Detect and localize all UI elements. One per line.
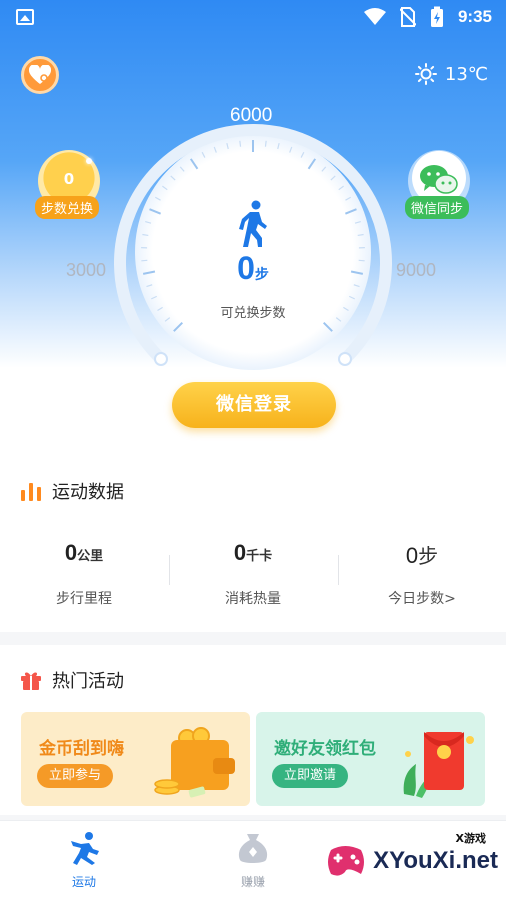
stat-calories-label: 消耗热量 [225, 591, 281, 607]
wechat-sync-label[interactable]: 微信同步 [405, 196, 470, 219]
stat-distance-value: 0 [64, 540, 78, 565]
join-now-button[interactable]: 立即参与 [37, 764, 114, 788]
promo-invite-friends[interactable]: 邀好友领红包 立即邀请 [256, 712, 485, 806]
stat-distance-unit: 公里 [77, 549, 104, 564]
watermark-text: XYouXi.net [373, 847, 498, 874]
running-icon [71, 832, 99, 865]
tab-sport[interactable]: 运动 [0, 831, 168, 890]
watermark-subtext: X游戏 [455, 832, 486, 845]
sport-data-header: 运动数据 [20, 478, 124, 504]
stat-calories-value: 0 [233, 540, 247, 565]
steps-count: 0步 [0, 250, 506, 287]
stat-calories: 0千卡 [169, 540, 337, 566]
walking-person-icon [239, 200, 267, 247]
gift-icon [21, 672, 41, 690]
stat-distance: 0公里 [0, 540, 168, 566]
sport-data-title: 运动数据 [52, 482, 124, 503]
sparkle-icon [86, 158, 92, 164]
bar-chart-icon [21, 483, 41, 501]
steps-label: 可兑换步数 [220, 306, 286, 321]
gamepad-logo-icon [328, 846, 365, 876]
step-exchange-label[interactable]: 步数兑换 [35, 196, 100, 219]
gauge-tick [239, 140, 242, 147]
stat-today-steps[interactable]: 0步 [338, 540, 506, 569]
gauge-tick [264, 140, 267, 147]
promo-title: 邀好友领红包 [274, 739, 376, 759]
wallet-coins-icon [154, 727, 235, 798]
divider [338, 555, 339, 585]
tab-sport-label: 运动 [71, 875, 96, 889]
steps-number: 0 [237, 250, 255, 286]
hot-activities-title: 热门活动 [52, 671, 124, 692]
stat-calories-unit: 千卡 [246, 549, 273, 564]
stat-steps-value: 0步 [405, 543, 439, 568]
wechat-icon [420, 165, 458, 194]
promo-title: 金币刮到嗨 [39, 739, 124, 759]
sparkle-icon [452, 160, 458, 166]
wechat-login-button[interactable]: 微信登录 [172, 382, 336, 428]
gauge-arc-end-right [338, 352, 352, 366]
steps-unit: 步 [254, 267, 269, 283]
tab-earn[interactable]: 赚赚 [169, 831, 337, 890]
invite-now-button[interactable]: 立即邀请 [272, 764, 349, 788]
watermark-logo: XYouXi.net X游戏 [325, 832, 498, 880]
gauge-arc-end-left [154, 352, 168, 366]
exchange-coin-count: 0 [63, 170, 75, 188]
hot-activities-header: 热门活动 [20, 667, 124, 693]
gauge-mark-6000: 6000 [230, 105, 273, 126]
stat-distance-label: 步行里程 [56, 591, 112, 607]
promo-scratch-coins[interactable]: 金币刮到嗨 立即参与 [21, 712, 250, 806]
stat-steps-label[interactable]: 今日步数> [338, 588, 506, 608]
divider [169, 555, 170, 585]
tab-earn-label: 赚赚 [240, 875, 265, 889]
red-envelope-icon [403, 732, 474, 798]
money-bag-icon [238, 834, 268, 863]
